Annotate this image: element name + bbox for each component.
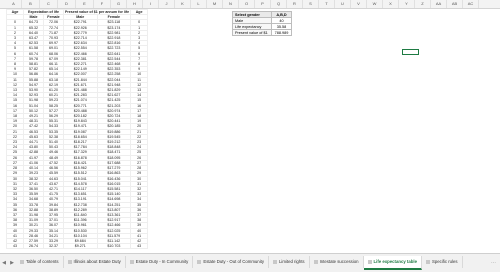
table-cell[interactable]: 43 — [6, 243, 24, 250]
sheet-icon — [313, 259, 318, 264]
column-header-b[interactable]: B — [22, 0, 40, 8]
sheet-tab[interactable]: Estate Duty - Out of Community — [193, 256, 269, 268]
column-header-l[interactable]: L — [191, 0, 207, 8]
table-cell[interactable]: 43 — [130, 243, 149, 250]
column-header-r[interactable]: R — [287, 0, 303, 8]
sheet-icon — [67, 259, 72, 264]
column-header-o[interactable]: O — [239, 0, 255, 8]
sheet-tab-label: Specific rules — [431, 259, 458, 264]
table-cell[interactable]: $10.703 — [96, 243, 132, 250]
sheet-tab[interactable]: Limited rights — [269, 256, 310, 268]
column-header-k[interactable]: K — [175, 0, 191, 8]
column-header-m[interactable]: M — [207, 0, 223, 8]
sheet-tab[interactable]: Intestate succession — [310, 256, 364, 268]
table-cell[interactable]: 32.37 — [43, 243, 64, 250]
sheet-tab-label: Estate Duty - Out of Community — [203, 259, 264, 264]
present-value-value: 788.989 — [271, 29, 292, 36]
present-value-label: Present value of $1 — [232, 29, 272, 36]
sheet-tab-label: Illinois about Estate Duty — [73, 259, 121, 264]
column-header-e[interactable]: E — [76, 0, 94, 8]
column-header-j[interactable]: J — [159, 0, 175, 8]
sheet-icon — [197, 259, 202, 264]
column-header-i[interactable]: I — [143, 0, 159, 8]
header-expectation: Expectation of life — [23, 9, 64, 16]
sheet-tab-label: Estate Duty - In Community — [135, 259, 189, 264]
column-header-q[interactable]: Q — [271, 0, 287, 8]
column-header-f[interactable]: F — [94, 0, 111, 8]
sheet-tab-label: Limited rights — [279, 259, 305, 264]
column-header-x[interactable]: X — [383, 0, 399, 8]
column-header-s[interactable]: S — [303, 0, 319, 8]
prev-sheet-icon[interactable]: ◀ — [0, 260, 8, 266]
sheet-icon — [20, 259, 24, 264]
column-header-z[interactable]: Z — [415, 0, 431, 8]
sheet-icon — [367, 259, 372, 264]
column-header-h[interactable]: H — [127, 0, 143, 8]
column-header-n[interactable]: N — [223, 0, 239, 8]
sheet-tab-bar: ◀ ▶ Table of contents Illinois about Esta… — [0, 253, 500, 272]
column-header-ac[interactable]: AC — [463, 0, 479, 8]
column-header-y[interactable]: Y — [399, 0, 415, 8]
column-header-t[interactable]: T — [319, 0, 335, 8]
column-header-v[interactable]: V — [351, 0, 367, 8]
sheet-tabs: Table of contents Illinois about Estate D… — [16, 256, 463, 270]
column-header-w[interactable]: W — [367, 0, 383, 8]
column-header-bar: A B C D E F G H I J K L M N O P Q R S T U V W X Y Z AA AB AC — [0, 0, 500, 9]
sheet-tab[interactable]: Life expectancy table — [363, 256, 422, 270]
sheet-icon — [425, 259, 430, 264]
column-header-g[interactable]: G — [111, 0, 127, 8]
sheet-tab-label: Intestate succession — [319, 259, 359, 264]
table-cell[interactable]: 26.74 — [23, 243, 44, 250]
sheet-tab[interactable]: Specific rules — [422, 256, 463, 268]
sheet-tab[interactable]: Table of contents — [16, 256, 64, 268]
sheet-tab-label: Table of contents — [26, 259, 59, 264]
column-header-u[interactable]: U — [335, 0, 351, 8]
more-sheets-icon[interactable]: ⋯ — [487, 260, 500, 266]
next-sheet-icon[interactable]: ▶ — [8, 260, 16, 266]
lookup-panel: Select gender A,B,D Male 40 Life expecta… — [232, 11, 292, 36]
selected-cell[interactable] — [402, 49, 419, 55]
table-row: 43 26.74 32.37 $9.271 $10.703 43 — [6, 243, 149, 250]
column-header-d[interactable]: D — [58, 0, 76, 8]
sheet-tab[interactable]: Estate Duty - In Community — [126, 256, 194, 268]
table-cell[interactable]: $9.271 — [63, 243, 98, 250]
column-header-ab[interactable]: AB — [447, 0, 463, 8]
sheet-icon — [273, 259, 277, 264]
header-present-value: Present value of $1 per annum for life — [62, 9, 132, 16]
spreadsheet-grid[interactable]: Age Expectation of life Present value of… — [0, 9, 500, 253]
life-expectancy-table: Age Expectation of life Present value of… — [6, 9, 149, 250]
column-header-c[interactable]: C — [40, 0, 58, 8]
sheet-tab-label: Life expectancy table — [373, 259, 417, 264]
sheet-icon — [129, 259, 134, 264]
column-header-aa[interactable]: AA — [431, 0, 447, 8]
column-header-p[interactable]: P — [255, 0, 271, 8]
sheet-tab[interactable]: Illinois about Estate Duty — [64, 256, 126, 268]
column-header-a[interactable]: A — [6, 0, 22, 8]
